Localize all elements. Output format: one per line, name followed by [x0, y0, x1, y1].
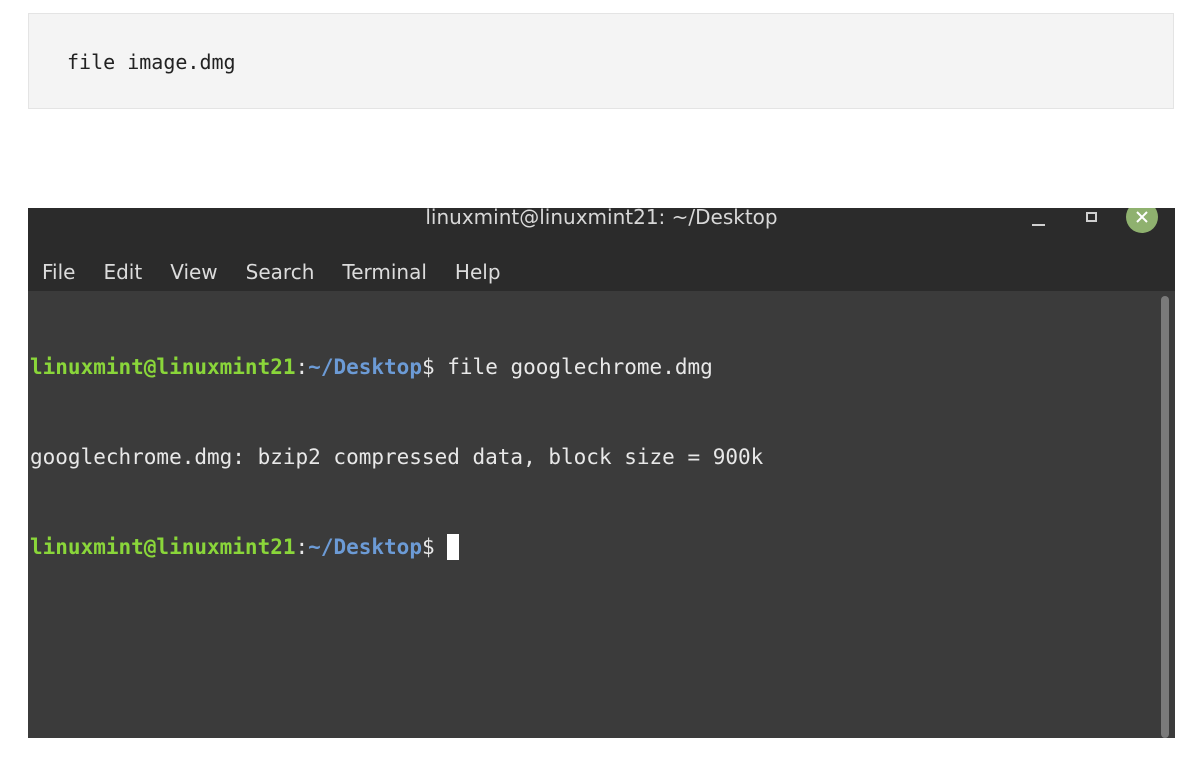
code-command: file image.dmg — [67, 50, 236, 74]
title-bar[interactable]: linuxmint@linuxmint21: ~/Desktop — [28, 208, 1175, 252]
prompt-path: ~/Desktop — [308, 355, 422, 379]
maximize-icon — [1085, 212, 1097, 222]
menu-edit[interactable]: Edit — [103, 259, 142, 285]
terminal-line: googlechrome.dmg: bzip2 compressed data,… — [30, 442, 1155, 472]
prompt-path: ~/Desktop — [308, 535, 422, 559]
terminal-line: linuxmint@linuxmint21:~/Desktop$ file go… — [30, 352, 1155, 382]
scrollbar[interactable] — [1161, 296, 1169, 738]
prompt-separator: : — [295, 355, 309, 379]
terminal-window[interactable]: linuxmint@linuxmint21: ~/Desktop File Ed… — [28, 208, 1175, 738]
command-text — [435, 535, 448, 559]
prompt-dollar: $ — [421, 355, 435, 379]
window-title: linuxmint@linuxmint21: ~/Desktop — [425, 208, 778, 229]
menu-file[interactable]: File — [42, 259, 75, 285]
text-cursor — [447, 534, 460, 560]
prompt-separator: : — [295, 535, 309, 559]
terminal-line: linuxmint@linuxmint21:~/Desktop$ — [30, 532, 1155, 562]
prompt-user: linuxmint@linuxmint21 — [30, 535, 296, 559]
menu-terminal[interactable]: Terminal — [342, 259, 427, 285]
close-icon — [1136, 211, 1148, 223]
minimize-button[interactable] — [1026, 208, 1050, 232]
terminal-output[interactable]: linuxmint@linuxmint21:~/Desktop$ file go… — [30, 292, 1155, 738]
command-text: file googlechrome.dmg — [434, 355, 713, 379]
menu-help[interactable]: Help — [455, 259, 501, 285]
maximize-button[interactable] — [1079, 208, 1103, 232]
menu-bar: File Edit View Search Terminal Help — [28, 252, 1175, 291]
menu-view[interactable]: View — [170, 259, 217, 285]
prompt-user: linuxmint@linuxmint21 — [30, 355, 296, 379]
minimize-icon — [1031, 224, 1045, 226]
prompt-dollar: $ — [421, 535, 435, 559]
code-block: file image.dmg — [28, 13, 1174, 109]
menu-search[interactable]: Search — [246, 259, 315, 285]
command-output: googlechrome.dmg: bzip2 compressed data,… — [30, 445, 764, 469]
